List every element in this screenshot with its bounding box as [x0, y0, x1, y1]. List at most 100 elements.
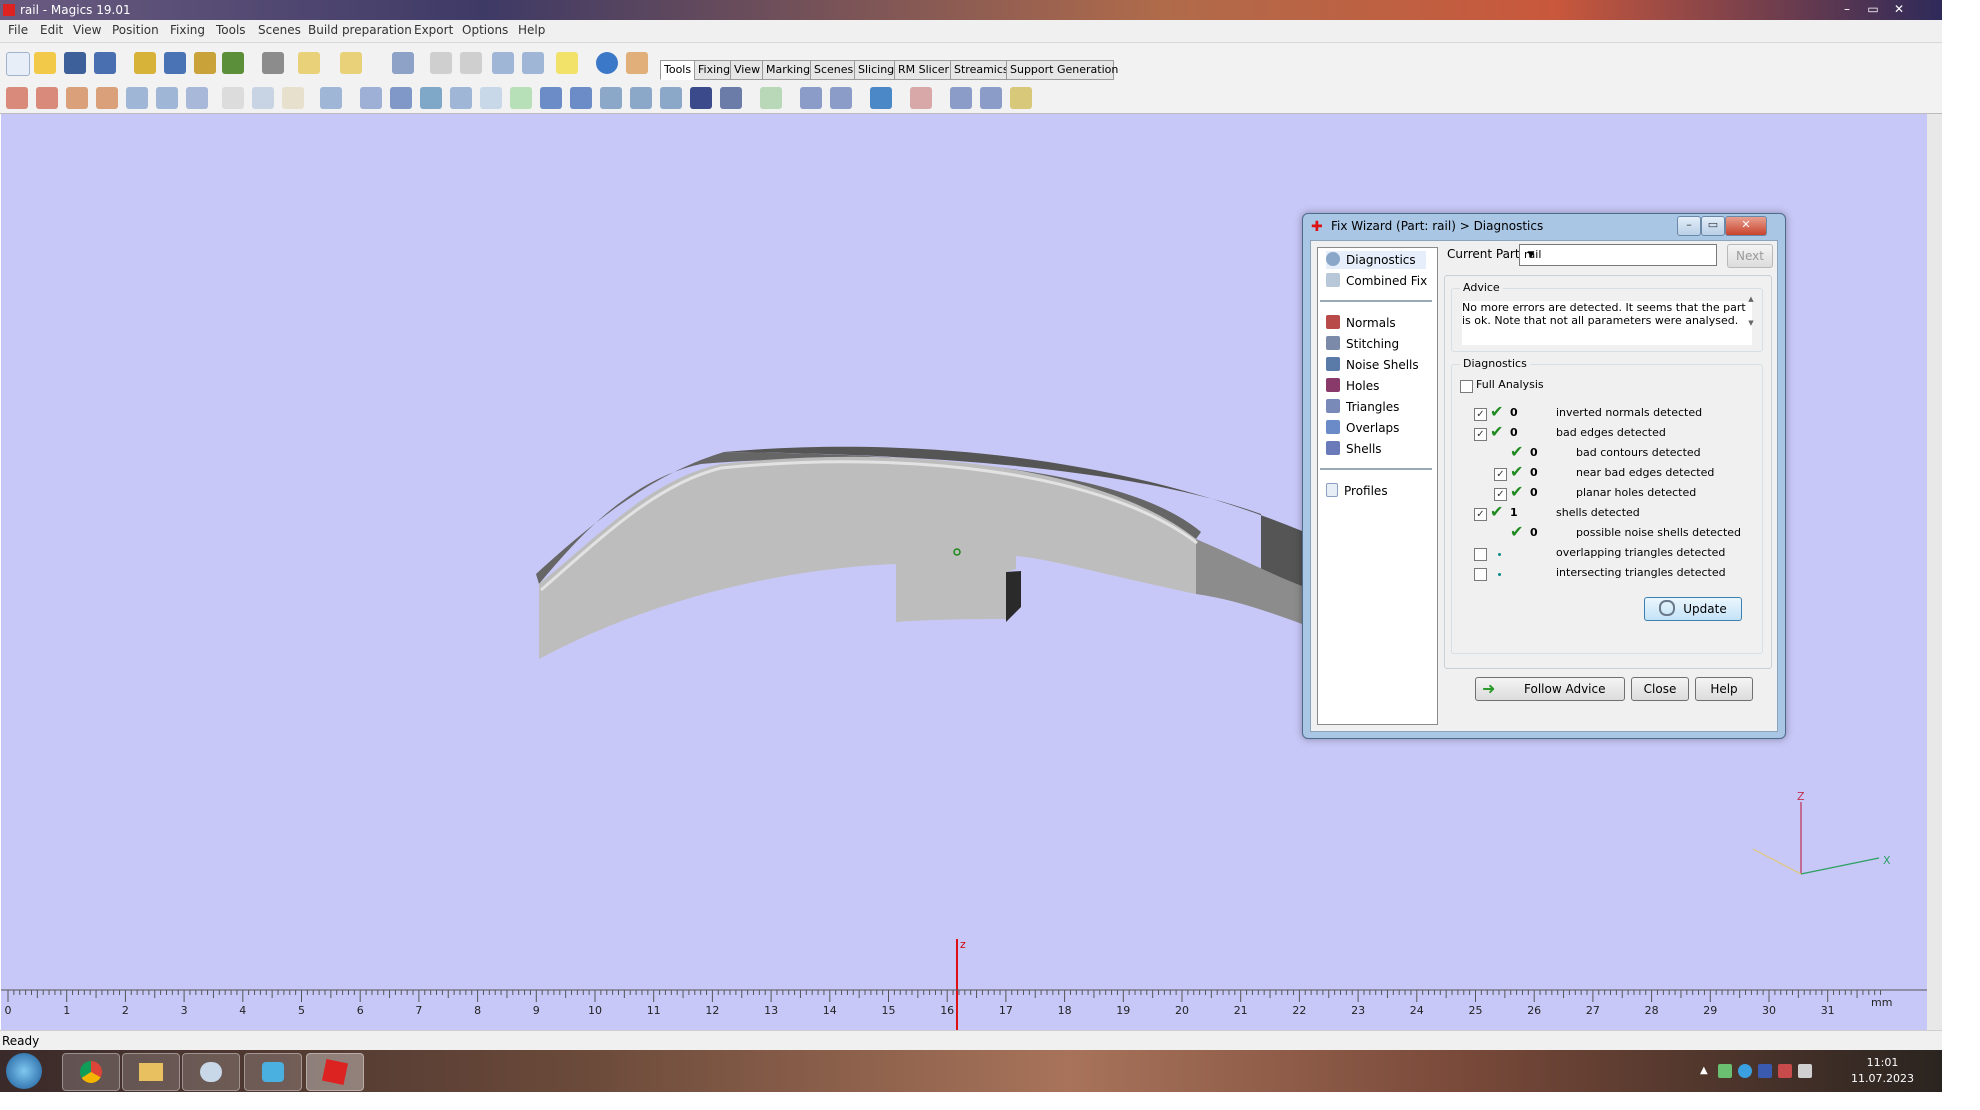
maximize-icon[interactable]: ▭	[1862, 1, 1884, 17]
nav-stitching[interactable]: Stitching	[1326, 335, 1399, 353]
rotate-to-default-icon[interactable]	[96, 87, 118, 109]
section-icon[interactable]	[690, 87, 712, 109]
part-info-icon[interactable]	[870, 87, 892, 109]
smooth-icon[interactable]	[630, 87, 652, 109]
undo-icon[interactable]	[298, 52, 320, 74]
duplicate-icon[interactable]	[186, 87, 208, 109]
save-icon[interactable]	[64, 52, 86, 74]
rotate-view-icon[interactable]	[430, 52, 452, 74]
nav-triangles[interactable]: Triangles	[1326, 398, 1399, 416]
zoom-icon[interactable]	[492, 52, 514, 74]
diagnostic-checkbox[interactable]	[1474, 548, 1487, 561]
save-as-icon[interactable]	[94, 52, 116, 74]
unload-part-icon[interactable]	[222, 52, 244, 74]
rotate-part-icon[interactable]	[66, 87, 88, 109]
menu-help[interactable]: Help	[518, 23, 545, 37]
load-scene-icon[interactable]	[194, 52, 216, 74]
nav-profiles[interactable]: Profiles	[1326, 482, 1388, 500]
boolean-icon[interactable]	[320, 87, 342, 109]
tray-network-icon[interactable]	[1718, 1064, 1732, 1078]
nav-diagnostics[interactable]: Diagnostics	[1326, 251, 1426, 269]
diagnostic-checkbox[interactable]	[1474, 568, 1487, 581]
offset-icon[interactable]	[390, 87, 412, 109]
close-icon[interactable]: ✕	[1888, 1, 1910, 17]
import-part-icon[interactable]	[134, 52, 156, 74]
diagnostic-checkbox[interactable]: ✓	[1474, 408, 1487, 421]
perforate-icon[interactable]	[510, 87, 532, 109]
current-part-select[interactable]: rail ▼	[1519, 244, 1717, 266]
new-file-icon[interactable]	[6, 52, 30, 76]
nav-combined-fix[interactable]: Combined Fix	[1326, 272, 1427, 290]
menu-options[interactable]: Options	[462, 23, 508, 37]
copy-icon[interactable]	[252, 87, 274, 109]
label-icon[interactable]	[600, 87, 622, 109]
cut-punch-icon[interactable]	[450, 87, 472, 109]
wrap-icon[interactable]	[660, 87, 682, 109]
next-button[interactable]: Next	[1727, 244, 1773, 268]
measure-icon[interactable]	[760, 87, 782, 109]
dialog-maximize-icon[interactable]: ▭	[1701, 216, 1725, 236]
close-button[interactable]: Close	[1631, 677, 1689, 701]
pan-icon[interactable]	[460, 52, 482, 74]
tray-app-icon[interactable]	[1738, 1064, 1752, 1078]
translate-icon[interactable]	[6, 87, 28, 109]
extrude-icon[interactable]	[420, 87, 442, 109]
tab-streamics[interactable]: Streamics	[950, 60, 1009, 80]
diagnostic-checkbox[interactable]: ✓	[1474, 428, 1487, 441]
minimize-icon[interactable]: –	[1836, 1, 1858, 17]
nav-overlaps[interactable]: Overlaps	[1326, 419, 1399, 437]
nav-noise-shells[interactable]: Noise Shells	[1326, 356, 1419, 374]
nav-holes[interactable]: Holes	[1326, 377, 1379, 395]
follow-advice-button[interactable]: ➜ Follow Advice	[1475, 677, 1625, 701]
taskbar-magics[interactable]	[306, 1053, 364, 1091]
mirror-icon[interactable]	[156, 87, 178, 109]
full-analysis-checkbox[interactable]	[1460, 380, 1473, 393]
menu-fixing[interactable]: Fixing	[170, 23, 205, 37]
system-clock[interactable]: 11:01 11.07.2023	[1851, 1055, 1914, 1087]
save-part-icon[interactable]	[164, 52, 186, 74]
tab-tools[interactable]: Tools	[660, 60, 696, 80]
print-icon[interactable]	[262, 52, 284, 74]
menu-build-preparation[interactable]: Build preparation	[308, 23, 412, 37]
start-button[interactable]	[6, 1053, 42, 1089]
taskbar-paint[interactable]	[182, 1053, 240, 1091]
tab-fixing[interactable]: Fixing	[694, 60, 732, 80]
rescale-icon[interactable]	[126, 87, 148, 109]
nav-shells[interactable]: Shells	[1326, 440, 1382, 458]
analyze-icon[interactable]	[800, 87, 822, 109]
report-icon[interactable]	[1010, 87, 1032, 109]
redo-icon[interactable]	[340, 52, 362, 74]
select-icon[interactable]	[392, 52, 414, 74]
fix-wizard-icon[interactable]	[556, 52, 578, 74]
help-icon[interactable]	[596, 52, 618, 74]
taskbar-chrome[interactable]	[62, 1053, 120, 1091]
layers-icon[interactable]	[980, 87, 1002, 109]
wall-thickness-icon[interactable]	[830, 87, 852, 109]
tray-volume-icon[interactable]	[1798, 1064, 1812, 1078]
tab-support-generation[interactable]: Support Generation	[1006, 60, 1118, 80]
menu-view[interactable]: View	[73, 23, 101, 37]
nav-normals[interactable]: Normals	[1326, 314, 1396, 332]
menu-file[interactable]: File	[8, 23, 28, 37]
dialog-close-icon[interactable]: ✕	[1725, 216, 1767, 236]
menu-export[interactable]: Export	[414, 23, 453, 37]
zoom-window-icon[interactable]	[522, 52, 544, 74]
context-help-icon[interactable]	[626, 52, 648, 74]
tray-language-icon[interactable]	[1758, 1064, 1772, 1078]
cut-icon[interactable]	[222, 87, 244, 109]
paste-icon[interactable]	[282, 87, 304, 109]
translate-to-default-icon[interactable]	[36, 87, 58, 109]
tray-expand-icon[interactable]: ▲	[1700, 1064, 1714, 1078]
help-button[interactable]: Help	[1695, 677, 1753, 701]
box-icon[interactable]	[540, 87, 562, 109]
shell-icon[interactable]	[570, 87, 592, 109]
tab-slicing[interactable]: Slicing	[854, 60, 896, 80]
menu-edit[interactable]: Edit	[40, 23, 63, 37]
menu-scenes[interactable]: Scenes	[258, 23, 301, 37]
compare-icon[interactable]	[910, 87, 932, 109]
tab-marking[interactable]: Marking	[762, 60, 812, 80]
taskbar-app[interactable]	[244, 1053, 302, 1091]
diagnostic-checkbox[interactable]: ✓	[1494, 468, 1507, 481]
settings-icon[interactable]	[950, 87, 972, 109]
dialog-minimize-icon[interactable]: –	[1677, 216, 1701, 236]
